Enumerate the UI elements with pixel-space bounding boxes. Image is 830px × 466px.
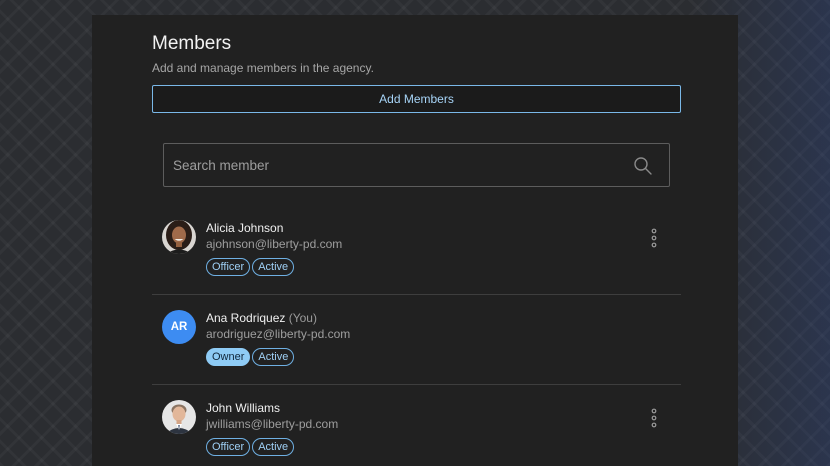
page-title: Members: [152, 33, 232, 54]
avatar-photo: [162, 220, 196, 254]
role-badge: Officer: [206, 438, 251, 456]
add-members-button[interactable]: Add Members: [152, 85, 681, 113]
avatar: [162, 400, 196, 434]
status-badge: Active: [252, 438, 295, 456]
member-name-text: Ana Rodriquez: [206, 311, 286, 325]
search-box: [163, 143, 670, 187]
member-email: arodriguez@liberty-pd.com: [206, 327, 351, 341]
search-input[interactable]: [164, 144, 604, 186]
member-row: John Williams jwilliams@liberty-pd.com O…: [152, 385, 681, 466]
member-name-text: Alicia Johnson: [206, 221, 284, 235]
member-email: ajohnson@liberty-pd.com: [206, 237, 343, 251]
member-name: John Williams: [206, 401, 280, 415]
member-name: Ana Rodriquez (You): [206, 311, 317, 325]
avatar-initials: AR: [162, 310, 196, 344]
status-badge: Active: [252, 348, 295, 366]
avatar-photo: [162, 400, 196, 434]
role-badge: Officer: [206, 258, 251, 276]
more-vertical-icon[interactable]: [646, 227, 662, 249]
search-icon[interactable]: [633, 156, 653, 176]
role-badge: Owner: [206, 348, 251, 366]
member-email: jwilliams@liberty-pd.com: [206, 417, 339, 431]
member-name: Alicia Johnson: [206, 221, 283, 235]
you-label: (You): [288, 311, 317, 325]
avatar: [162, 220, 196, 254]
member-row: Alicia Johnson ajohnson@liberty-pd.com O…: [152, 205, 681, 295]
member-row: AR Ana Rodriquez (You) arodriguez@libert…: [152, 295, 681, 385]
member-badges: Officer Active: [206, 438, 295, 456]
member-badges: Owner Active: [206, 348, 295, 366]
status-badge: Active: [252, 258, 295, 276]
members-panel: Members Add and manage members in the ag…: [92, 15, 738, 466]
more-vertical-icon[interactable]: [646, 407, 662, 429]
member-name-text: John Williams: [206, 401, 281, 415]
members-list: Alicia Johnson ajohnson@liberty-pd.com O…: [152, 205, 681, 466]
page-subtitle: Add and manage members in the agency.: [152, 61, 374, 75]
member-badges: Officer Active: [206, 258, 295, 276]
